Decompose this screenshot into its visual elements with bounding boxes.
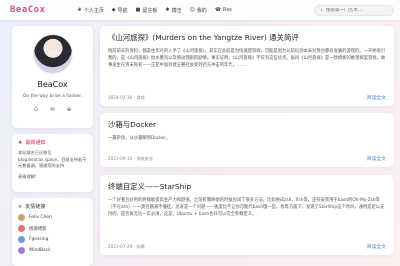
post-footer: 2024-02-16 · 游戏 阅读全文 <box>108 94 386 102</box>
nav-item-label: 留言板 <box>142 7 158 14</box>
profile-bio: On the way to be a hacker. <box>22 94 83 99</box>
post-date: 2023-07-29 · 折腾 <box>108 243 145 249</box>
read-more-link[interactable]: 阅读全文 <box>367 243 386 250</box>
social-links: ⊙ ✉ ⊕ <box>12 107 93 113</box>
compass-icon: ◆ <box>111 7 116 13</box>
post-card: 《山河旅探》(Murders on the Yangtze River) 通关简… <box>100 26 394 106</box>
friend-link[interactable]: WindBack <box>18 247 87 254</box>
friend-link[interactable]: Felix Chen <box>18 214 87 221</box>
nav-item-label: Rss <box>223 7 232 13</box>
post-excerpt: 一篇杂谈，从沙箱聊到Docker。 <box>108 136 171 141</box>
post-title[interactable]: 《山河旅探》(Murders on the Yangtze River) 通关简… <box>108 32 386 43</box>
post-title[interactable]: 终端自定义——StarShip <box>108 181 386 192</box>
friend-avatar <box>18 236 25 243</box>
avatar <box>32 34 73 74</box>
announcement-title: ♦ 最新通知 <box>18 139 87 147</box>
post-card: 终端自定义——StarShip 一个好看且好用的终端能提高生产力和颜值。之前折腾… <box>100 175 394 255</box>
nav-item-navigation[interactable]: ◆ 导航 <box>112 7 128 14</box>
post-date: 2024-02-16 · 游戏 <box>108 94 145 100</box>
friend-name: WindBack <box>29 248 51 253</box>
read-more-link[interactable]: 阅读全文 <box>367 94 386 101</box>
message-icon: ■ <box>135 7 141 13</box>
profile-name: BeaCox <box>37 80 68 89</box>
nav-item-home[interactable]: ❀ 个人主页 <box>78 7 104 14</box>
friend-link[interactable]: Fgessing <box>18 236 87 243</box>
nav-item-guestbook[interactable]: ■ 留言板 <box>136 7 158 14</box>
post-footer: 2023-07-29 · 折腾 阅读全文 <box>108 243 386 251</box>
announcement-foot: 感谢理解! <box>18 173 37 179</box>
friend-name: Felix Chen <box>29 215 52 220</box>
friend-avatar <box>18 247 25 254</box>
announcement-text: 本站域名已迁移至 blog.beacox.space，目前支持若干元数据调，感谢… <box>18 150 87 168</box>
friend-links-title: ❦ 友情链接 <box>18 203 87 211</box>
post-title[interactable]: 沙箱与Docker <box>108 119 386 130</box>
post-footer: 2023-09-10 · 系统安全 阅读全文 <box>108 155 386 163</box>
friend-name: Fgessing <box>29 237 49 242</box>
search-icon: ⌕ <box>320 7 323 13</box>
friend-links-title-text: 友情链接 <box>25 204 46 210</box>
top-navbar: BeaCox ❀ 个人主页 ◆ 导航 ■ 留言板 ✱ 搏击 ☺ 我的 ☎ Rss… <box>0 0 400 20</box>
post-excerpt: 一个好看且好用的终端能提高生产力和颜值。之前折腾终端的时候也试了很多方法，比如换… <box>108 198 385 217</box>
star-icon: ✱ <box>165 7 170 13</box>
friend-avatar <box>18 225 25 232</box>
search-input[interactable] <box>325 7 386 13</box>
friend-links-card: ❦ 友情链接 Felix Chen 杨源博客 Fgessing WindBack <box>12 198 93 266</box>
search-box[interactable]: ⌕ <box>314 4 394 16</box>
post-date: 2023-09-10 · 系统安全 <box>108 155 154 161</box>
flower-icon: ❀ <box>77 7 82 13</box>
nav-item-label: 导航 <box>117 7 128 14</box>
post-excerpt: 统前前天的资料，都是往年对的入手了《山河旅探》，其实在此前是为快速理游戏，可能是… <box>108 49 386 68</box>
profile-card: BeaCox On the way to be a hacker. ⊙ ✉ ⊕ <box>12 26 93 128</box>
friend-link[interactable]: 杨源博客 <box>18 225 87 232</box>
nav-item-fight[interactable]: ✱ 搏击 <box>165 7 181 14</box>
link-icon: ❦ <box>18 203 23 210</box>
nav-item-label: 搏击 <box>171 7 182 14</box>
link-icon[interactable]: ⊕ <box>67 107 72 113</box>
read-more-link[interactable]: 阅读全文 <box>367 155 386 162</box>
friend-avatar <box>18 214 25 221</box>
post-card: 沙箱与Docker 一篇杂谈，从沙箱聊到Docker。 2023-09-10 ·… <box>100 113 394 167</box>
mail-icon[interactable]: ✉ <box>50 107 55 113</box>
nav-item-about[interactable]: ☺ 我的 <box>190 7 207 14</box>
site-logo[interactable]: BeaCox <box>10 5 46 15</box>
user-icon: ☺ <box>189 7 195 13</box>
bell-icon: ♦ <box>18 139 23 146</box>
nav-item-label: 个人主页 <box>83 7 104 14</box>
github-icon[interactable]: ⊙ <box>34 107 39 113</box>
announcement-title-text: 最新通知 <box>25 140 46 146</box>
announcement-card: ♦ 最新通知 本站域名已迁移至 blog.beacox.space，目前支持若干… <box>12 134 93 192</box>
friend-name: 杨源博客 <box>29 226 47 232</box>
nav-item-label: 我的 <box>196 7 207 14</box>
main-nav: ❀ 个人主页 ◆ 导航 ■ 留言板 ✱ 搏击 ☺ 我的 ☎ Rss <box>78 7 232 14</box>
rss-icon: ☎ <box>214 7 222 13</box>
nav-item-rss[interactable]: ☎ Rss <box>215 7 232 14</box>
